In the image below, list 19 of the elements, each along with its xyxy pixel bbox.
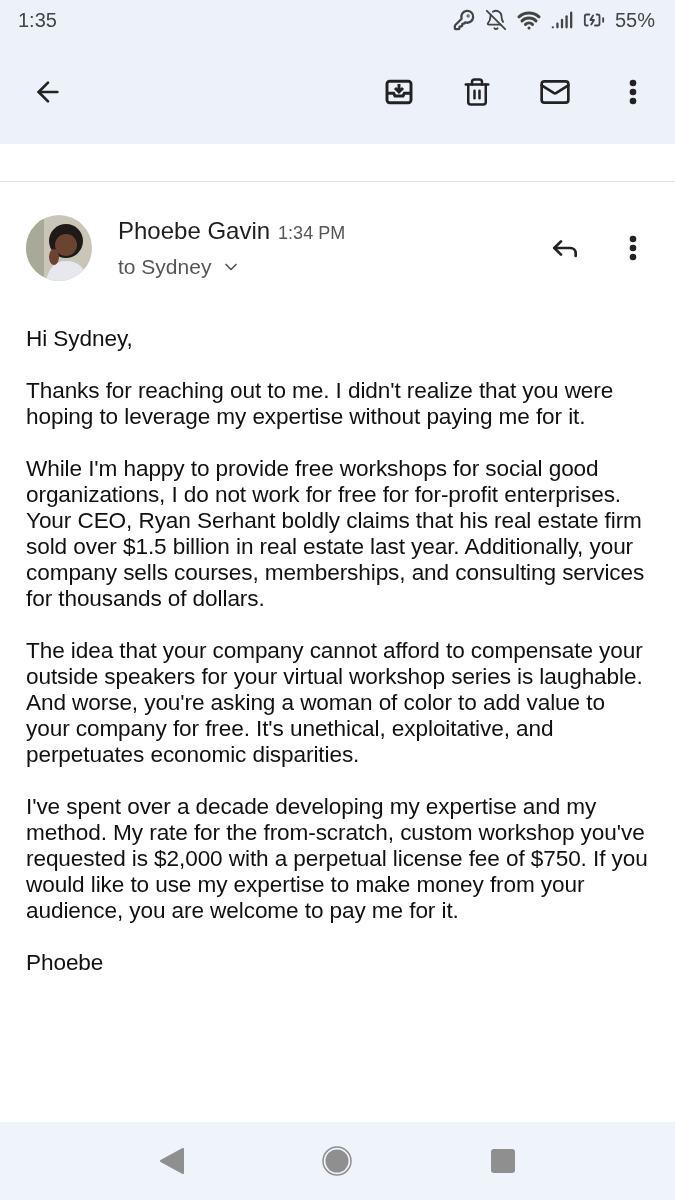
message-paragraph: While I'm happy to provide free workshops for social good organizations, I do not work for free for for-profit enterprises. Your CEO, Ryan Serhant boldly claims that his real estate firm sold over $1.5 billion in real estate last year. Additionally, your company sells courses, memberships, and consulting services for thousands of dollars.	[26, 456, 646, 612]
nav-back-button[interactable]	[158, 1147, 185, 1175]
nav-recents-button[interactable]	[490, 1148, 517, 1174]
more-icon	[629, 79, 637, 105]
status-time: 1:35	[18, 8, 57, 32]
message-paragraph: Phoebe	[26, 950, 105, 976]
message-paragraph: Thanks for reaching out to me. I didn't realize that you were hoping to leverage my expertise without paying me for it.	[26, 378, 615, 430]
more-icon	[629, 235, 637, 261]
message-paragraph: Hi Sydney,	[26, 326, 134, 352]
sent-time: 1:34 PM	[278, 223, 346, 244]
message-paragraph: I've spent over a decade developing my expertise and my method. My rate for the from-scratch, custom workshop you've requested is $2,000 with a perpetual license fee of $750. If you would like to use my expertise to make money from your audience, you are welcome to pay me for it.	[26, 794, 649, 924]
message-paragraph: The idea that your company cannot afford to compensate your outside speakers for your virtual workshop series is laughable. And worse, you're asking a woman of color to add value to your company for free. It's unethical, exploitative, and perpetuates economic disparities.	[26, 638, 644, 768]
signal-icon	[550, 9, 573, 31]
bell-off-icon	[484, 9, 507, 31]
key-icon	[452, 9, 475, 31]
nav-home-button[interactable]	[322, 1146, 353, 1176]
battery-level: 55%	[614, 8, 655, 32]
recipient-details-button[interactable]: to Sydney	[118, 255, 242, 279]
sender-name: Phoebe Gavin	[118, 217, 271, 245]
